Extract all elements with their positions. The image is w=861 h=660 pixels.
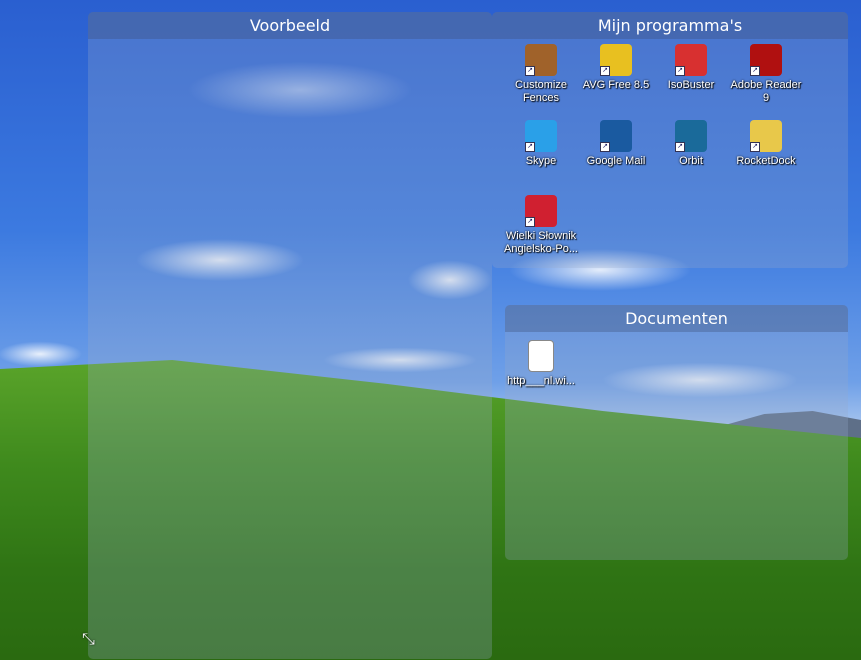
isobuster-icon: ↗	[675, 44, 707, 76]
shortcut-arrow-icon: ↗	[525, 142, 535, 152]
shortcut-arrow-icon: ↗	[675, 66, 685, 76]
rocketdock-icon: ↗	[750, 120, 782, 152]
shortcut-label: Skype	[525, 155, 557, 167]
shortcut-label: Google Mail	[586, 155, 646, 167]
fence-title[interactable]: Voorbeeld	[88, 12, 492, 39]
skype-icon: ↗	[525, 120, 557, 152]
adobe-reader-icon: ↗	[750, 44, 782, 76]
desktop-shortcut[interactable]: ↗ Adobe Reader 9	[728, 44, 804, 105]
desktop-shortcut[interactable]: ↗ Skype	[503, 120, 579, 168]
globe-icon: ↗	[600, 120, 632, 152]
desktop-shortcut[interactable]: ↗ Orbit	[653, 120, 729, 168]
fence-title[interactable]: Documenten	[505, 305, 848, 332]
shortcut-arrow-icon: ↗	[525, 66, 535, 76]
fence-title[interactable]: Mijn programma's	[492, 12, 848, 39]
fence-voorbeeld[interactable]: Voorbeeld	[88, 12, 492, 659]
shortcut-label: RocketDock	[736, 155, 796, 167]
desktop-shortcut[interactable]: ↗ Customize Fences	[503, 44, 579, 105]
shortcut-label: AVG Free 8.5	[582, 79, 650, 91]
desktop-shortcut[interactable]: ↗ Wielki Słownik Angielsko-Po...	[503, 195, 579, 256]
shortcut-label: Customize Fences	[515, 79, 567, 104]
desktop-shortcut[interactable]: ↗ AVG Free 8.5	[578, 44, 654, 92]
shortcut-arrow-icon: ↗	[750, 66, 760, 76]
shortcut-arrow-icon: ↗	[675, 142, 685, 152]
shortcut-label: Adobe Reader 9	[730, 79, 802, 104]
desktop-shortcut[interactable]: ↗ RocketDock	[728, 120, 804, 168]
orbit-download-icon: ↗	[675, 120, 707, 152]
desktop-shortcut[interactable]: http___nl.wi...	[503, 340, 579, 388]
fences-icon: ↗	[525, 44, 557, 76]
shortcut-arrow-icon: ↗	[600, 142, 610, 152]
dictionary-flag-icon: ↗	[525, 195, 557, 227]
shortcut-label: Orbit	[679, 155, 703, 167]
shortcut-arrow-icon: ↗	[750, 142, 760, 152]
desktop-shortcut[interactable]: ↗ IsoBuster	[653, 44, 729, 92]
desktop-shortcut[interactable]: ↗ Google Mail	[578, 120, 654, 168]
shortcut-label: IsoBuster	[667, 79, 715, 91]
shortcut-label: Wielki Słownik Angielsko-Po...	[504, 230, 578, 255]
pdf-file-icon	[528, 340, 554, 372]
resize-handle-icon[interactable]: ⤡	[82, 629, 95, 649]
shortcut-label: http___nl.wi...	[507, 375, 575, 387]
shortcut-arrow-icon: ↗	[600, 66, 610, 76]
avg-icon: ↗	[600, 44, 632, 76]
shortcut-arrow-icon: ↗	[525, 217, 535, 227]
